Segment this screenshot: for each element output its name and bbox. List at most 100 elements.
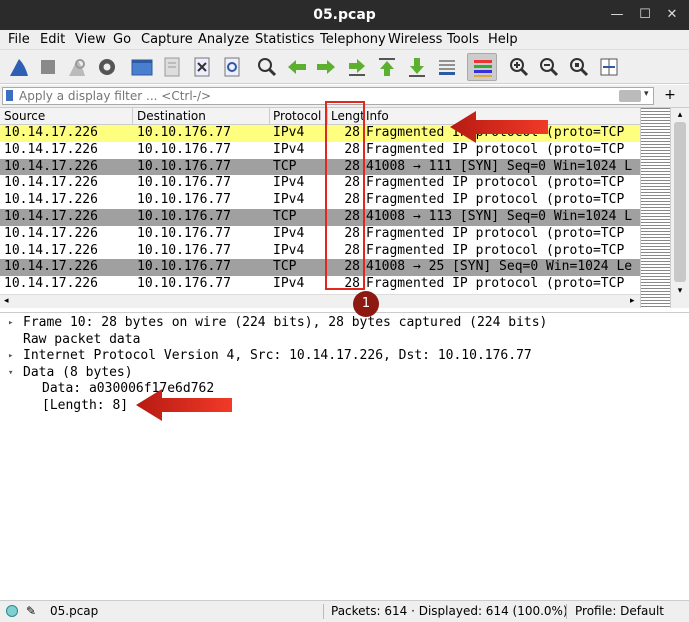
packet-list-hscrollbar[interactable]: ◂ ▸ <box>0 294 640 308</box>
reload-icon[interactable] <box>220 55 244 79</box>
save-file-icon[interactable] <box>160 55 184 79</box>
column-header-protocol[interactable]: Protocol <box>273 109 321 123</box>
detail-tree-item[interactable]: Raw packet data <box>0 332 689 349</box>
menu-capture[interactable]: Capture <box>141 32 193 47</box>
zoom-out-icon[interactable] <box>537 55 561 79</box>
detail-tree-item[interactable]: Data: a030006f17e6d762 <box>0 381 689 398</box>
cell-source: 10.14.17.226 <box>4 259 98 275</box>
display-filter-input[interactable] <box>19 88 599 104</box>
open-folder-icon[interactable] <box>130 55 154 79</box>
cell-source: 10.14.17.226 <box>4 175 98 191</box>
cell-protocol: IPv4 <box>273 125 305 140</box>
close-icon[interactable]: ✕ <box>664 7 680 23</box>
go-back-icon[interactable] <box>285 55 309 79</box>
table-row[interactable]: 10.14.17.226 10.10.176.77 IPv4 28 Fragmented… <box>0 141 640 159</box>
colorize-icon[interactable] <box>467 53 497 81</box>
table-row[interactable]: 10.14.17.226 10.10.176.77 IPv4 28 Fragmented… <box>0 242 640 260</box>
minimize-icon[interactable]: — <box>609 7 625 23</box>
detail-tree-item[interactable]: ▸ Internet Protocol Version 4, Src: 10.14… <box>0 348 689 365</box>
annotation-arrow-icon <box>450 111 548 143</box>
cell-source: 10.14.17.226 <box>4 141 98 157</box>
cell-info: Fragmented IP protocol (proto=TCP <box>366 276 625 292</box>
cell-source: 10.14.17.226 <box>4 225 98 241</box>
go-forward-icon[interactable] <box>314 55 338 79</box>
cell-info: Fragmented IP protocol (proto=TCP <box>366 242 625 258</box>
tree-expanded-icon[interactable]: ▾ <box>8 368 13 378</box>
menu-edit[interactable]: Edit <box>40 32 65 47</box>
column-header-info[interactable]: Info <box>366 109 389 123</box>
zoom-in-icon[interactable] <box>507 55 531 79</box>
menu-telephony[interactable]: Telephony <box>320 32 386 47</box>
status-packet-counts: Packets: 614 · Displayed: 614 (100.0%) <box>331 604 568 618</box>
table-row[interactable]: 10.14.17.226 10.10.176.77 TCP 28 41008 → 25 … <box>0 259 640 277</box>
detail-tree-item[interactable]: ▾ Data (8 bytes) <box>0 365 689 382</box>
filter-history-dropdown-icon[interactable]: ▾ <box>644 89 649 99</box>
resize-columns-icon[interactable] <box>597 55 621 79</box>
cell-destination: 10.10.176.77 <box>137 242 231 258</box>
expert-info-icon[interactable] <box>6 605 18 617</box>
table-row[interactable]: 10.14.17.226 10.10.176.77 IPv4 28 Fragmented… <box>0 175 640 193</box>
tree-collapsed-icon[interactable]: ▸ <box>8 318 13 328</box>
packet-list-vscrollbar[interactable]: ▴ ▾ <box>670 108 689 308</box>
packet-minimap[interactable] <box>640 108 670 308</box>
maximize-icon[interactable]: ☐ <box>637 7 653 23</box>
zoom-normal-icon[interactable] <box>567 55 591 79</box>
cell-info: Fragmented IP protocol (proto=TCP <box>366 175 625 191</box>
column-header-destination[interactable]: Destination <box>137 109 206 123</box>
menu-wireless[interactable]: Wireless <box>388 32 442 47</box>
menu-statistics[interactable]: Statistics <box>255 32 314 47</box>
status-file-name: 05.pcap <box>50 604 99 618</box>
cell-protocol: IPv4 <box>273 175 305 191</box>
status-profile[interactable]: Profile: Default <box>575 604 664 618</box>
detail-tree-item[interactable]: [Length: 8] <box>0 398 689 415</box>
menu-bar: File Edit View Go Capture Analyze Statis… <box>0 30 689 50</box>
tree-collapsed-icon[interactable]: ▸ <box>8 351 13 361</box>
cell-protocol: IPv4 <box>273 141 305 157</box>
options-gear-icon[interactable] <box>95 55 119 79</box>
menu-view[interactable]: View <box>75 32 106 47</box>
table-row[interactable]: 10.14.17.226 10.10.176.77 IPv4 28 Fragmented… <box>0 225 640 243</box>
go-last-icon[interactable] <box>405 55 429 79</box>
go-first-icon[interactable] <box>375 55 399 79</box>
shark-fin-start-icon[interactable] <box>7 55 31 79</box>
packet-details-pane: ▸ Frame 10: 28 bytes on wire (224 bits), … <box>0 312 689 600</box>
detail-tree-label: Data (8 bytes) <box>23 364 133 380</box>
bookmark-icon[interactable] <box>6 90 13 101</box>
detail-tree-label: Internet Protocol Version 4, Src: 10.14.… <box>23 348 532 363</box>
stop-icon[interactable] <box>36 55 60 79</box>
cell-protocol: IPv4 <box>273 225 305 241</box>
menu-go[interactable]: Go <box>113 32 131 47</box>
autoscroll-icon[interactable] <box>435 55 459 79</box>
column-header-source[interactable]: Source <box>4 109 45 123</box>
cell-protocol: TCP <box>273 158 297 174</box>
table-row[interactable]: 10.14.17.226 10.10.176.77 IPv4 28 Fragmented… <box>0 276 640 293</box>
cell-info: Fragmented IP protocol (proto=TCP <box>366 192 625 208</box>
cell-source: 10.14.17.226 <box>4 208 98 224</box>
cell-destination: 10.10.176.77 <box>137 125 231 140</box>
restart-icon[interactable] <box>65 55 89 79</box>
go-to-packet-icon[interactable] <box>345 55 369 79</box>
menu-file[interactable]: File <box>8 32 30 47</box>
cell-destination: 10.10.176.77 <box>137 276 231 292</box>
length-column-highlight-box <box>325 101 365 290</box>
detail-tree-item[interactable]: ▸ Frame 10: 28 bytes on wire (224 bits), … <box>0 315 689 332</box>
menu-tools[interactable]: Tools <box>447 32 479 47</box>
table-row[interactable]: 10.14.17.226 10.10.176.77 TCP 28 41008 → 111… <box>0 158 640 176</box>
annotation-arrow-icon <box>136 389 232 421</box>
apply-filter-arrow-icon[interactable] <box>619 90 641 102</box>
capture-comment-icon[interactable]: ✎ <box>26 604 36 618</box>
cell-info: 41008 → 25 [SYN] Seq=0 Win=1024 Le <box>366 259 633 275</box>
find-packet-icon[interactable] <box>255 55 279 79</box>
cell-destination: 10.10.176.77 <box>137 141 231 157</box>
cell-protocol: TCP <box>273 208 297 224</box>
menu-analyze[interactable]: Analyze <box>198 32 249 47</box>
menu-help[interactable]: Help <box>488 32 518 47</box>
cell-protocol: TCP <box>273 259 297 275</box>
cell-destination: 10.10.176.77 <box>137 192 231 208</box>
table-row[interactable]: 10.14.17.226 10.10.176.77 IPv4 28 Fragmented… <box>0 192 640 209</box>
status-bar: ✎ 05.pcap Packets: 614 · Displayed: 614 … <box>0 600 689 622</box>
table-row[interactable]: 10.14.17.226 10.10.176.77 TCP 28 41008 → 113… <box>0 208 640 226</box>
close-file-icon[interactable] <box>190 55 214 79</box>
cell-destination: 10.10.176.77 <box>137 158 231 174</box>
add-filter-button-icon[interactable]: + <box>661 87 679 103</box>
